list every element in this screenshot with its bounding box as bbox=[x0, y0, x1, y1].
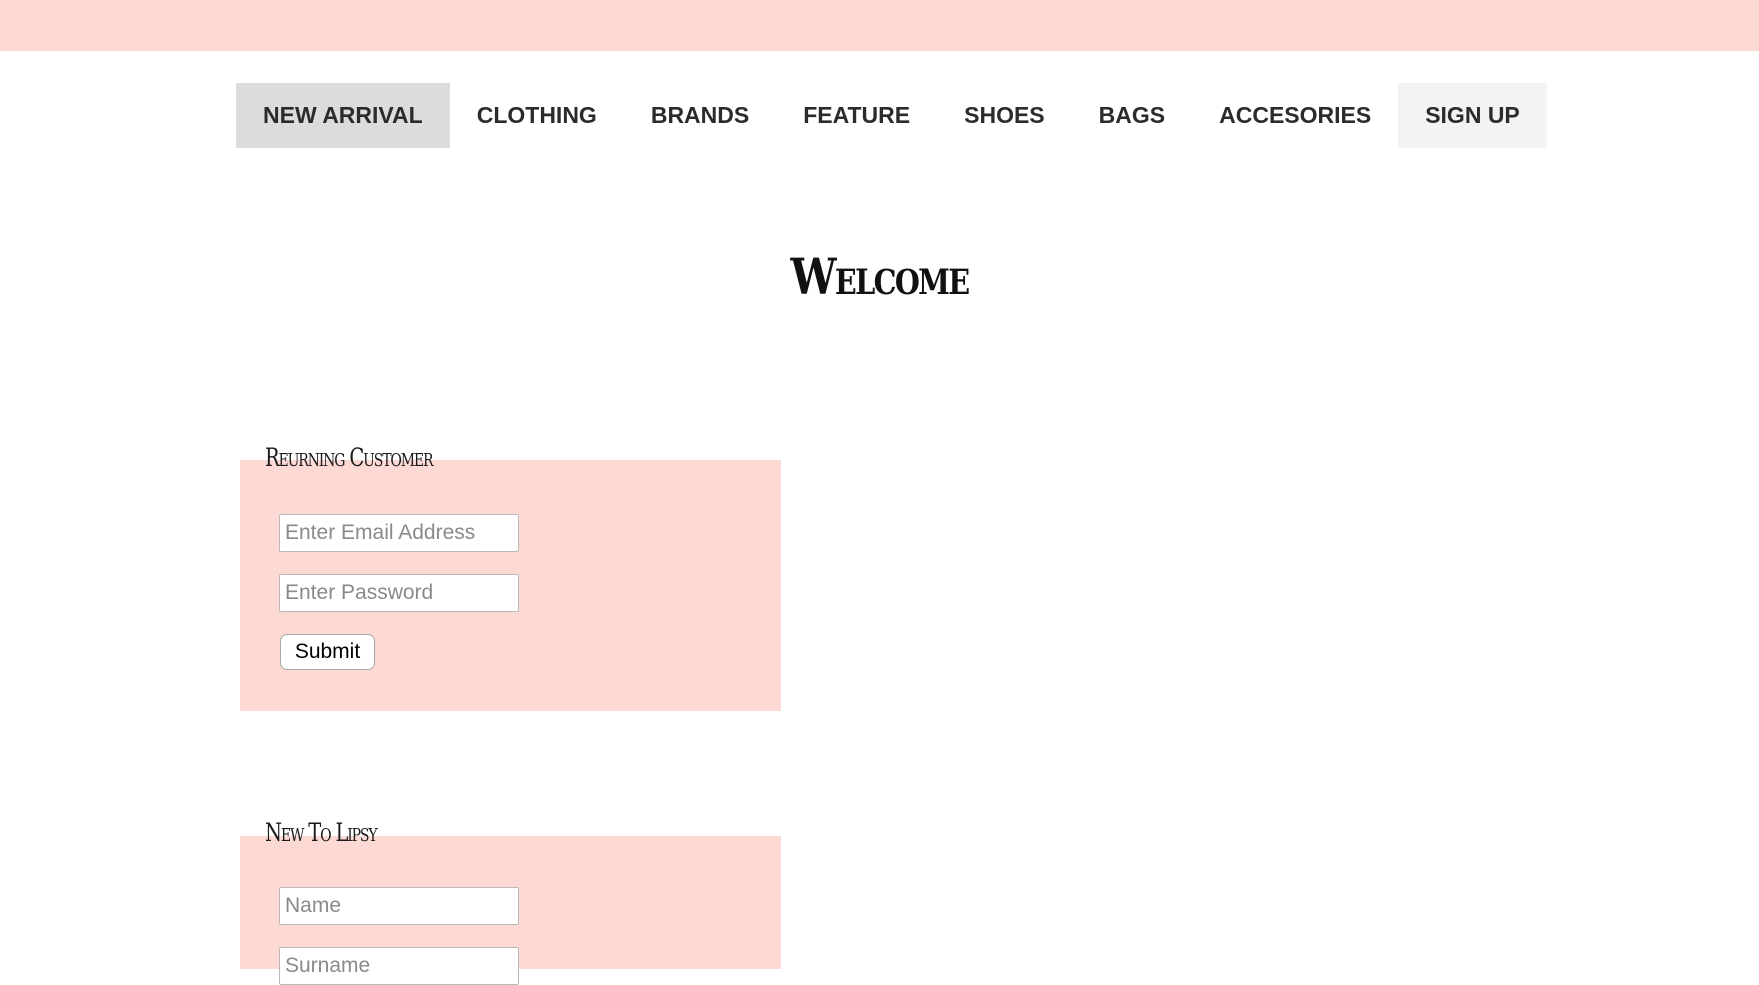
main-nav: NEW ARRIVAL CLOTHING BRANDS FEATURE SHOE… bbox=[236, 83, 1547, 148]
password-field[interactable] bbox=[279, 574, 519, 612]
nav-item-feature[interactable]: FEATURE bbox=[776, 83, 937, 148]
page-title: Welcome bbox=[790, 247, 970, 306]
new-customer-label: New To Lipsy bbox=[265, 818, 378, 847]
nav-item-sign-up[interactable]: SIGN UP bbox=[1398, 83, 1547, 148]
nav-item-shoes[interactable]: SHOES bbox=[937, 83, 1072, 148]
nav-item-brands[interactable]: BRANDS bbox=[624, 83, 776, 148]
surname-field[interactable] bbox=[279, 947, 519, 985]
name-field[interactable] bbox=[279, 887, 519, 925]
top-banner bbox=[0, 0, 1759, 51]
returning-customer-label: Reurning Customer bbox=[265, 443, 434, 472]
submit-button[interactable]: Submit bbox=[280, 634, 375, 670]
nav-item-accesories[interactable]: ACCESORIES bbox=[1192, 83, 1398, 148]
nav-item-new-arrival[interactable]: NEW ARRIVAL bbox=[236, 83, 450, 148]
nav-item-bags[interactable]: BAGS bbox=[1072, 83, 1192, 148]
nav-item-clothing[interactable]: CLOTHING bbox=[450, 83, 624, 148]
email-field[interactable] bbox=[279, 514, 519, 552]
